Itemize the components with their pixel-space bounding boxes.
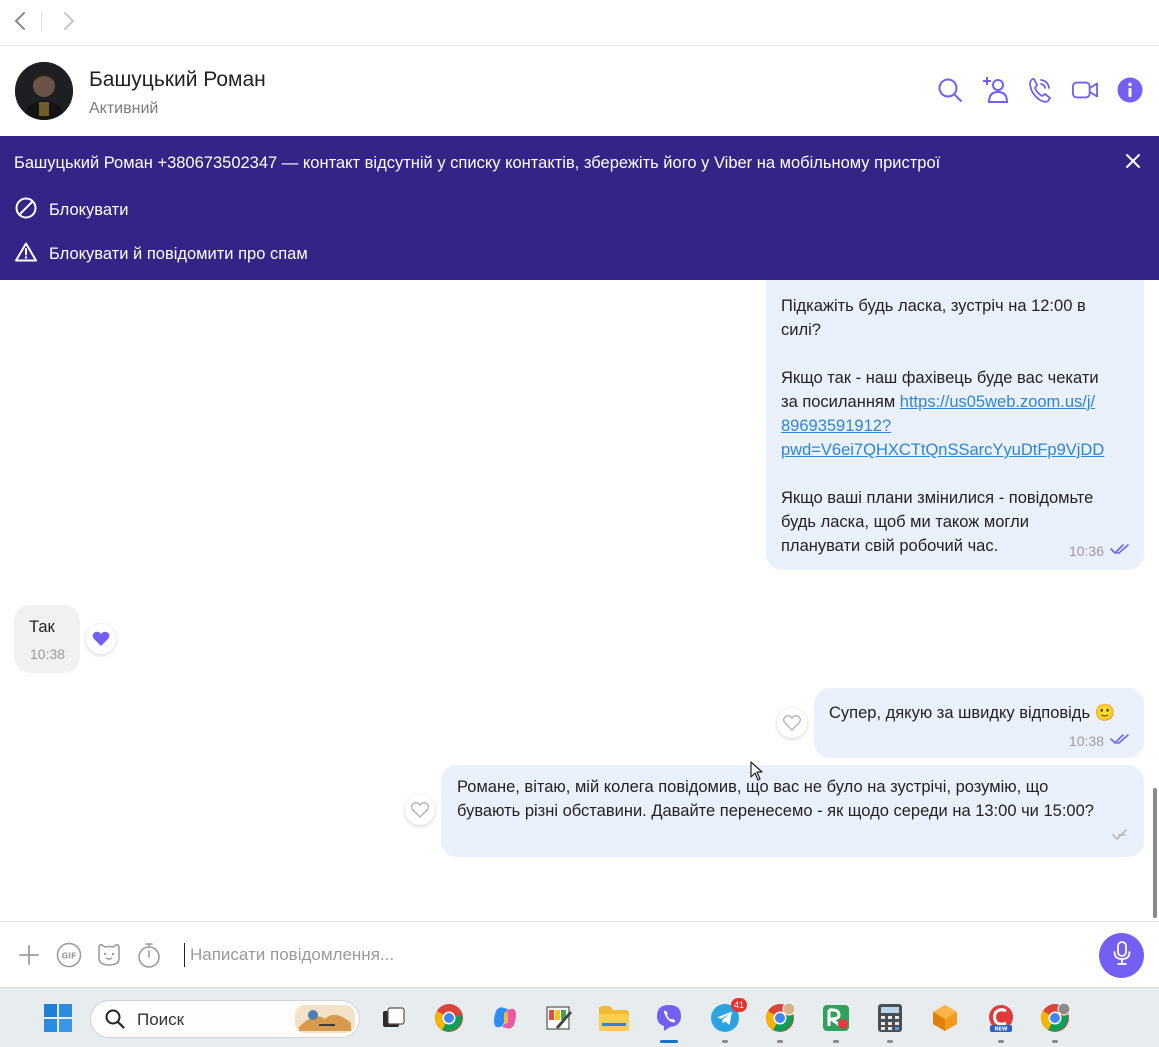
scrollbar[interactable] bbox=[1153, 788, 1157, 918]
telegram-icon[interactable]: 41 bbox=[709, 998, 747, 1043]
message-text: Так bbox=[29, 618, 55, 636]
contact-status: Активний bbox=[89, 100, 159, 117]
smile-emoji: 🙂 bbox=[1094, 704, 1116, 722]
message-text: Підкажіть будь ласка, зустріч на 12:00 в… bbox=[781, 294, 1136, 558]
unread-badge: 41 bbox=[731, 998, 747, 1012]
call-icon[interactable] bbox=[1027, 76, 1053, 104]
read-check-icon bbox=[1110, 542, 1130, 560]
close-icon[interactable] bbox=[1125, 153, 1141, 169]
message-meta: 10:36 bbox=[1069, 542, 1130, 560]
search-icon[interactable] bbox=[937, 76, 963, 104]
message-bubble-outgoing[interactable]: Романе, вітаю, мій колега повідомив, що … bbox=[441, 765, 1144, 857]
contact-name[interactable]: Башуцький Роман bbox=[89, 68, 266, 92]
block-icon bbox=[15, 197, 37, 224]
sending-status-icon bbox=[1112, 827, 1128, 845]
info-icon[interactable] bbox=[1117, 76, 1143, 104]
gif-icon[interactable]: GIF bbox=[56, 942, 82, 968]
viber-taskbar-icon[interactable] bbox=[653, 1002, 685, 1043]
ccleaner-icon[interactable]: NEW bbox=[985, 1002, 1017, 1043]
mouse-cursor-icon bbox=[750, 761, 764, 786]
add-participant-icon[interactable] bbox=[982, 76, 1008, 104]
timer-icon[interactable] bbox=[136, 942, 162, 968]
search-label: Поиск bbox=[137, 1010, 185, 1029]
taskbar-search[interactable]: Поиск bbox=[90, 1000, 360, 1038]
microphone-icon bbox=[1113, 941, 1131, 970]
running-indicator bbox=[1052, 1040, 1058, 1043]
design-app-icon[interactable] bbox=[543, 1002, 575, 1034]
running-indicator bbox=[887, 1040, 893, 1043]
forward-arrow-icon[interactable] bbox=[58, 10, 80, 32]
back-arrow-icon[interactable] bbox=[9, 10, 31, 32]
banner-text: Башуцький Роман +380673502347 — контакт … bbox=[14, 154, 941, 172]
chrome-icon[interactable] bbox=[433, 1002, 465, 1034]
windows-taskbar: Поиск 41 NEW bbox=[0, 987, 1159, 1047]
search-icon bbox=[105, 1009, 125, 1034]
plus-icon[interactable] bbox=[16, 942, 42, 968]
reaction-heart-filled-icon[interactable] bbox=[86, 624, 116, 654]
message-bubble-incoming[interactable]: Так 10:38 bbox=[14, 605, 80, 673]
cube-app-icon[interactable] bbox=[929, 1002, 961, 1034]
message-bubble-outgoing[interactable]: Підкажіть будь ласка, зустріч на 12:00 в… bbox=[766, 280, 1144, 570]
reaction-heart-outline-icon[interactable] bbox=[405, 795, 435, 825]
message-paragraph: Якщо ваші плани змінилися - повідомьте б… bbox=[781, 489, 1094, 555]
unknown-contact-banner: Башуцький Роман +380673502347 — контакт … bbox=[0, 136, 1159, 280]
running-indicator bbox=[777, 1040, 783, 1043]
message-list[interactable]: Підкажіть будь ласка, зустріч на 12:00 в… bbox=[0, 280, 1159, 921]
nav-divider bbox=[41, 12, 42, 32]
svg-text:NEW: NEW bbox=[994, 1027, 1008, 1033]
top-navigation bbox=[0, 0, 1159, 46]
message-text: Романе, вітаю, мій колега повідомив, що … bbox=[457, 778, 1094, 820]
message-time: 10:38 bbox=[1068, 733, 1104, 749]
finance-app-icon[interactable] bbox=[820, 1002, 852, 1043]
task-view-icon[interactable] bbox=[377, 1002, 409, 1034]
message-time: 10:36 bbox=[1068, 543, 1104, 559]
microphone-button[interactable] bbox=[1099, 933, 1144, 978]
message-composer: GIF bbox=[0, 921, 1159, 987]
message-input[interactable] bbox=[184, 943, 1064, 967]
block-and-report-spam-button[interactable]: Блокувати й повідомити про спам bbox=[15, 242, 308, 267]
video-call-icon[interactable] bbox=[1072, 76, 1098, 104]
warning-icon bbox=[15, 242, 37, 267]
block-spam-label: Блокувати й повідомити про спам bbox=[49, 245, 308, 263]
svg-text:GIF: GIF bbox=[61, 952, 76, 961]
search-highlight-image bbox=[295, 1005, 355, 1038]
running-indicator bbox=[998, 1040, 1004, 1043]
message-text: Супер, дякую за швидку відповідь 🙂 bbox=[829, 701, 1115, 725]
block-button[interactable]: Блокувати bbox=[15, 197, 128, 224]
windows-start-icon[interactable] bbox=[42, 1002, 74, 1034]
sticker-icon[interactable] bbox=[96, 942, 122, 968]
file-explorer-icon[interactable] bbox=[598, 1002, 630, 1034]
message-content: Супер, дякую за швидку відповідь bbox=[829, 704, 1091, 722]
chrome-profile-icon[interactable] bbox=[1039, 1002, 1071, 1043]
block-label: Блокувати bbox=[49, 201, 129, 219]
calculator-icon[interactable] bbox=[874, 1002, 906, 1043]
reaction-heart-outline-icon[interactable] bbox=[777, 708, 807, 738]
header-actions bbox=[937, 76, 1143, 104]
running-indicator bbox=[722, 1040, 728, 1043]
message-bubble-outgoing[interactable]: Супер, дякую за швидку відповідь 🙂 10:38 bbox=[814, 688, 1144, 758]
read-check-icon bbox=[1110, 732, 1130, 750]
chat-header: Башуцький Роман Активний bbox=[0, 46, 1159, 136]
chrome-profile-icon[interactable] bbox=[764, 1002, 796, 1043]
avatar[interactable] bbox=[15, 62, 73, 120]
message-time: 10:38 bbox=[30, 646, 66, 662]
copilot-icon[interactable] bbox=[489, 1002, 521, 1034]
running-indicator bbox=[833, 1040, 839, 1043]
message-paragraph: Підкажіть будь ласка, зустріч на 12:00 в… bbox=[781, 297, 1086, 339]
message-meta: 10:38 bbox=[1069, 732, 1130, 750]
active-indicator bbox=[660, 1040, 678, 1043]
